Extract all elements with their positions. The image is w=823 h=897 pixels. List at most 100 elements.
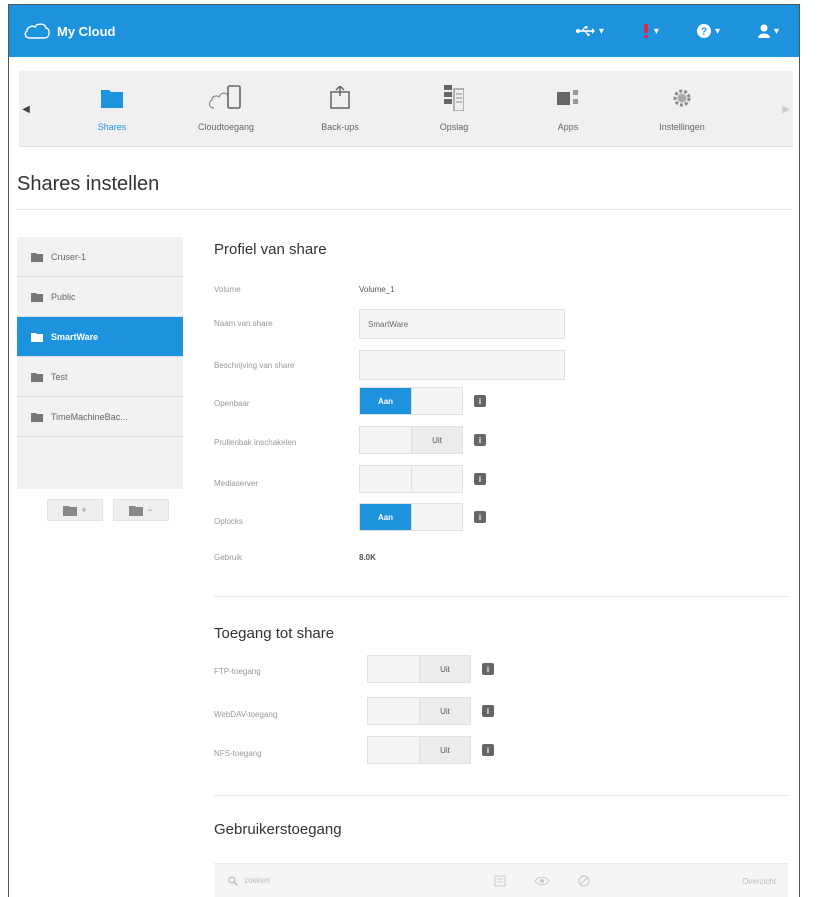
- minus-icon: −: [147, 505, 153, 515]
- folder-icon: [31, 292, 43, 302]
- recycle-bin-toggle[interactable]: Uit: [359, 426, 463, 454]
- divider: [214, 596, 788, 597]
- toggle-on[interactable]: [368, 698, 419, 724]
- nfs-access-toggle[interactable]: Uit: [367, 736, 471, 764]
- toggle-off[interactable]: Uit: [419, 737, 470, 763]
- nav-item-cloud-access[interactable]: Cloudtoegang: [181, 81, 271, 132]
- list-icon: [494, 875, 506, 887]
- chevron-down-icon: ▾: [714, 25, 720, 37]
- nav-next-button[interactable]: ▶: [779, 71, 793, 147]
- share-item-cruser[interactable]: Cruser-1: [17, 237, 183, 277]
- share-item-label: SmartWare: [51, 331, 99, 342]
- nav-item-apps[interactable]: Apps: [523, 81, 613, 132]
- toggle-off: [411, 466, 462, 492]
- eye-icon: [534, 876, 550, 886]
- folder-icon: [31, 412, 43, 422]
- no-access-button[interactable]: [578, 875, 590, 887]
- media-server-label: Mediaserver: [214, 479, 259, 488]
- divider: [214, 795, 788, 796]
- nav-item-backups[interactable]: Back-ups: [295, 81, 385, 132]
- share-description-input[interactable]: [359, 350, 565, 380]
- volume-label: Volume: [214, 285, 241, 294]
- info-icon[interactable]: i: [474, 473, 486, 485]
- share-item-public[interactable]: Public: [17, 277, 183, 317]
- view-permission-button[interactable]: [534, 876, 550, 886]
- folder-icon: [31, 372, 43, 382]
- media-server-toggle: [359, 465, 463, 493]
- toggle-off[interactable]: Uit: [419, 698, 470, 724]
- oplocks-toggle[interactable]: Aan: [359, 503, 463, 531]
- main-nav: ◀ Shares Cloudtoegang Back-ups Opslag Ap…: [19, 71, 793, 147]
- user-access-overview[interactable]: Overzicht: [742, 864, 776, 897]
- chevron-down-icon: ▾: [598, 25, 604, 37]
- folder-icon: [129, 505, 144, 516]
- usb-menu[interactable]: ▾: [575, 26, 604, 37]
- info-icon[interactable]: i: [482, 663, 494, 675]
- toggle-off[interactable]: Uit: [411, 427, 462, 453]
- backup-icon: [330, 86, 350, 109]
- volume-value: Volume_1: [359, 285, 395, 294]
- user-filter-button[interactable]: [494, 875, 506, 887]
- page-title: Shares instellen: [17, 173, 160, 195]
- alert-menu[interactable]: ▾: [642, 24, 659, 38]
- nav-label: Instellingen: [659, 122, 705, 132]
- share-item-smartware[interactable]: SmartWare: [17, 317, 183, 357]
- info-icon[interactable]: i: [482, 705, 494, 717]
- chevron-down-icon: ▾: [773, 25, 779, 37]
- toggle-on[interactable]: [360, 427, 411, 453]
- access-section-title: Toegang tot share: [214, 625, 335, 642]
- apps-icon: [557, 90, 578, 105]
- nav-prev-button[interactable]: ◀: [19, 71, 33, 147]
- folder-icon: [63, 505, 78, 516]
- nav-label: Shares: [97, 122, 127, 132]
- add-share-button[interactable]: +: [47, 499, 103, 521]
- nfs-access-label: NFS-toegang: [214, 749, 262, 758]
- user-search[interactable]: zoeken: [228, 875, 270, 886]
- cloud-device-icon: [208, 85, 241, 109]
- info-icon[interactable]: i: [474, 511, 486, 523]
- usage-label: Gebruik: [214, 553, 243, 562]
- nav-item-settings[interactable]: Instellingen: [637, 81, 727, 132]
- toggle-off[interactable]: Uit: [419, 656, 470, 682]
- help-icon: ?: [696, 24, 711, 38]
- share-item-timemachine[interactable]: TimeMachineBac...: [17, 397, 183, 437]
- info-icon[interactable]: i: [482, 744, 494, 756]
- remove-share-button[interactable]: −: [113, 499, 169, 521]
- ftp-access-toggle[interactable]: Uit: [367, 655, 471, 683]
- plus-icon: +: [81, 505, 87, 515]
- toggle-off[interactable]: [411, 388, 462, 414]
- storage-icon: [444, 85, 464, 111]
- public-toggle[interactable]: Aan: [359, 387, 463, 415]
- help-menu[interactable]: ? ▾: [696, 24, 720, 38]
- public-label: Openbaar: [214, 399, 250, 408]
- toggle-on[interactable]: Aan: [360, 504, 411, 530]
- search-icon: [228, 875, 238, 886]
- alert-icon: [643, 24, 648, 38]
- webdav-access-toggle[interactable]: Uit: [367, 697, 471, 725]
- share-item-label: TimeMachineBac...: [51, 411, 128, 422]
- nav-item-storage[interactable]: Opslag: [409, 81, 499, 132]
- search-input[interactable]: zoeken: [244, 876, 270, 885]
- recycle-bin-label: Prullenbak inschakelen: [214, 438, 297, 447]
- toggle-on[interactable]: Aan: [360, 388, 411, 414]
- toggle-on[interactable]: [368, 656, 419, 682]
- folder-icon: [31, 252, 43, 262]
- user-menu[interactable]: ▾: [757, 24, 779, 38]
- info-icon[interactable]: i: [474, 395, 486, 407]
- nav-item-shares[interactable]: Shares: [67, 81, 157, 132]
- share-item-label: Public: [51, 291, 76, 302]
- chevron-down-icon: ▾: [653, 25, 659, 37]
- info-icon[interactable]: i: [474, 434, 486, 446]
- share-name-input[interactable]: SmartWare: [359, 309, 565, 339]
- nav-label: Cloudtoegang: [197, 122, 255, 132]
- toggle-on: [360, 466, 411, 492]
- app-logo[interactable]: My Cloud: [23, 22, 116, 40]
- ftp-access-label: FTP-toegang: [214, 667, 261, 676]
- toggle-on[interactable]: [368, 737, 419, 763]
- toggle-off[interactable]: [411, 504, 462, 530]
- share-item-test[interactable]: Test: [17, 357, 183, 397]
- app-window: My Cloud ▾ ▾ ? ▾ ▾ ◀ Shares Cloudtoegang…: [8, 4, 800, 897]
- block-icon: [578, 875, 590, 887]
- user-access-section-title: Gebruikerstoegang: [214, 821, 342, 838]
- share-description-label: Beschrijving van share: [214, 361, 295, 370]
